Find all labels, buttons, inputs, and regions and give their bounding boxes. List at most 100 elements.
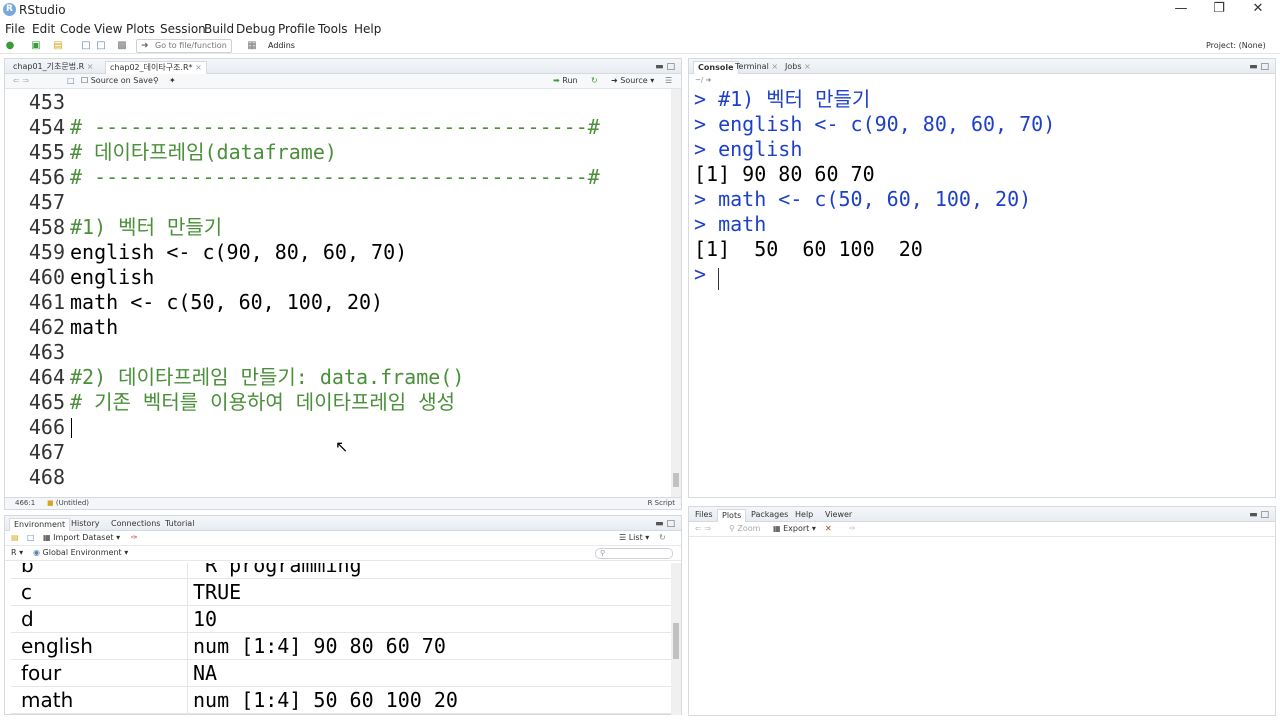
tab-chap02[interactable]: chap02_데이타구조.R* ×	[105, 61, 207, 74]
save-all-icon[interactable]: □	[95, 40, 107, 52]
menu-session[interactable]: Session	[160, 22, 206, 36]
code-line[interactable]: 455 # 데이타프레임(dataframe)	[5, 140, 665, 165]
menu-file[interactable]: File	[5, 22, 25, 36]
code-line[interactable]: 459 english <- c(90, 80, 60, 70)	[5, 240, 665, 265]
environment-row[interactable]: d 10	[11, 606, 673, 633]
code-area[interactable]: 453 454 # --------------------------------…	[5, 89, 669, 499]
tab-chap01[interactable]: chap01_기초문법.R ×	[9, 61, 97, 74]
tab-connections[interactable]: Connections	[107, 518, 164, 531]
language-select[interactable]: R ▾	[11, 548, 23, 557]
menu-tools[interactable]: Tools	[318, 22, 348, 36]
code-line[interactable]: 458 #1) 벡터 만들기	[5, 215, 665, 240]
pane-minmax-icon[interactable]: ▬ □	[655, 519, 675, 529]
save-file-icon[interactable]: □	[67, 76, 75, 85]
save-icon[interactable]: □	[80, 40, 92, 52]
addins-button[interactable]: Addins	[268, 41, 295, 50]
export-button[interactable]: ▦ Export ▾	[773, 524, 816, 533]
broom-icon[interactable]: ✑	[131, 533, 138, 542]
broom-icon[interactable]: ✑	[849, 524, 856, 533]
view-mode-select[interactable]: ☰ List ▾	[619, 533, 649, 542]
environment-row[interactable]: math num [1:4] 50 60 100 20	[11, 687, 673, 714]
environment-row[interactable]: english num [1:4] 90 80 60 70	[11, 633, 673, 660]
pane-minmax-icon[interactable]: ▬ □	[655, 62, 675, 72]
filetype-indicator[interactable]: R Script	[648, 499, 675, 507]
run-button[interactable]: ➡ Run	[553, 76, 578, 85]
environment-scroll-thumb[interactable]	[673, 623, 679, 659]
project-menu[interactable]: Project: (None)	[1206, 41, 1266, 50]
outline-icon[interactable]: ☰	[665, 76, 672, 85]
wand-icon[interactable]: ✦	[169, 76, 176, 85]
source-on-save-checkbox[interactable]: ☐ Source on Save	[81, 76, 153, 85]
goto-file-input[interactable]: ➜ Go to file/function	[136, 39, 232, 53]
grid-layout-icon[interactable]: ▦	[246, 40, 258, 52]
code-line[interactable]: 462 math	[5, 315, 665, 340]
back-forward-icon[interactable]: ⇐ ⇒	[13, 76, 29, 85]
refresh-icon[interactable]: ↻	[659, 533, 666, 542]
menu-plots[interactable]: Plots	[126, 22, 155, 36]
close-icon[interactable]: ✕	[1235, 0, 1280, 20]
editor-scroll-thumb[interactable]	[673, 473, 679, 487]
console-input-line: >	[694, 262, 719, 286]
goto-dir-icon[interactable]: ➜	[705, 76, 711, 84]
rstudio-logo-icon: R	[3, 3, 16, 16]
code-line[interactable]: 461 math <- c(50, 60, 100, 20)	[5, 290, 665, 315]
tab-viewer[interactable]: Viewer	[821, 509, 856, 522]
load-workspace-icon[interactable]: ▤	[11, 533, 19, 542]
editor-scrollbar[interactable]	[671, 89, 681, 499]
tab-plots[interactable]: Plots	[717, 509, 747, 522]
menu-build[interactable]: Build	[204, 22, 234, 36]
environment-search-input[interactable]: ⚲	[595, 548, 673, 559]
tab-help[interactable]: Help	[791, 509, 817, 522]
tab-jobs[interactable]: Jobs ×	[781, 61, 815, 74]
source-label: Source	[620, 76, 648, 85]
environment-row[interactable]: c TRUE	[11, 579, 673, 606]
pane-minmax-icon[interactable]: ▬ □	[1249, 510, 1269, 520]
tab-environment[interactable]: Environment	[9, 518, 71, 531]
code-line[interactable]: 464 #2) 데이타프레임 만들기: data.frame()	[5, 365, 665, 390]
print-icon[interactable]: ▩	[116, 40, 128, 52]
menu-edit[interactable]: Edit	[32, 22, 55, 36]
environment-row[interactable]: four NA	[11, 660, 673, 687]
code-line[interactable]: 460 english	[5, 265, 665, 290]
close-tab-icon[interactable]: ×	[804, 62, 811, 71]
pane-minmax-icon[interactable]: ▬ □	[1249, 62, 1269, 72]
code-line[interactable]: 457	[5, 190, 665, 215]
code-line[interactable]: 456 # -----------------------------------…	[5, 165, 665, 190]
environment-scrollbar[interactable]	[671, 563, 681, 715]
code-line[interactable]: 465 # 기존 벡터를 이용하여 데이타프레임 생성	[5, 390, 665, 415]
close-tab-icon[interactable]: ×	[771, 62, 778, 71]
close-tab-icon[interactable]: ×	[87, 62, 94, 71]
menu-code[interactable]: Code	[60, 22, 91, 36]
code-line[interactable]: 453	[5, 90, 665, 115]
code-line[interactable]: 468	[5, 465, 665, 490]
menu-profile[interactable]: Profile	[278, 22, 315, 36]
scope-indicator[interactable]: ■ (Untitled)	[47, 499, 89, 507]
tab-files[interactable]: Files	[691, 509, 717, 522]
tab-chap02-label: chap02_데이타구조.R*	[110, 63, 193, 72]
tab-packages[interactable]: Packages	[747, 509, 792, 522]
source-button[interactable]: ➜ Source ▾	[611, 76, 654, 85]
menu-debug[interactable]: Debug	[236, 22, 275, 36]
tab-chap01-label: chap01_기초문법.R	[13, 62, 85, 71]
open-file-icon[interactable]: ▤	[52, 40, 64, 52]
new-project-icon[interactable]: ▣	[30, 40, 42, 52]
new-file-icon[interactable]: ●	[4, 40, 16, 52]
tab-history[interactable]: History	[67, 518, 103, 531]
search-icon[interactable]: ⚲	[153, 76, 159, 85]
remove-plot-icon[interactable]: ✕	[825, 524, 832, 533]
rerun-icon[interactable]: ↻	[591, 76, 598, 85]
tab-terminal[interactable]: Terminal ×	[731, 61, 782, 74]
environment-row[interactable]: b "R programming"	[11, 563, 673, 579]
zoom-button[interactable]: ⚲ Zoom	[729, 524, 760, 533]
close-tab-icon[interactable]: ×	[195, 63, 202, 72]
import-dataset-button[interactable]: ▦ Import Dataset ▾	[43, 533, 120, 542]
globe-icon: ◉	[33, 548, 40, 557]
scope-select[interactable]: ◉ Global Environment ▾	[33, 548, 128, 557]
back-forward-icon[interactable]: ⇐ ⇒	[695, 524, 711, 533]
code-line[interactable]: 454 # -----------------------------------…	[5, 115, 665, 140]
tab-tutorial[interactable]: Tutorial	[161, 518, 198, 531]
menu-help[interactable]: Help	[354, 22, 381, 36]
code-line[interactable]: 463	[5, 340, 665, 365]
save-workspace-icon[interactable]: □	[27, 533, 35, 542]
menu-view[interactable]: View	[94, 22, 122, 36]
